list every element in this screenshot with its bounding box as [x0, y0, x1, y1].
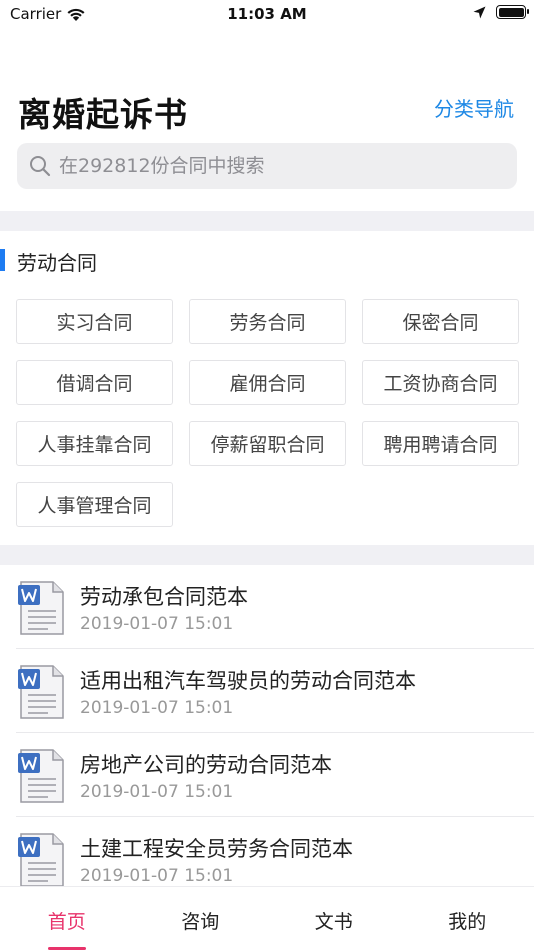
- tag-wage-negotiation-contract[interactable]: 工资协商合同: [362, 360, 519, 405]
- word-document-icon: [18, 665, 64, 719]
- tab-label: 文书: [314, 911, 353, 933]
- section-accent-bar: [0, 249, 5, 271]
- section-divider: [0, 211, 534, 231]
- tab-profile[interactable]: 我的: [401, 887, 534, 950]
- search-bar[interactable]: [17, 143, 517, 189]
- document-date: 2019-01-07 15:01: [80, 698, 234, 718]
- section-divider: [0, 545, 534, 565]
- tag-internship-contract[interactable]: 实习合同: [16, 299, 173, 344]
- tag-hiring-contract[interactable]: 聘用聘请合同: [362, 421, 519, 466]
- bottom-tab-bar: 首页 咨询 文书 我的: [0, 886, 534, 950]
- category-navigation-link[interactable]: 分类导航: [434, 93, 514, 122]
- contract-category-tags: 实习合同 劳务合同 保密合同 借调合同 雇佣合同 工资协商合同 人事挂靠合同 停…: [16, 299, 519, 527]
- tab-home[interactable]: 首页: [0, 887, 134, 950]
- location-arrow-icon: [473, 6, 486, 18]
- tab-label: 咨询: [181, 911, 220, 933]
- document-date: 2019-01-07 15:01: [80, 866, 234, 886]
- status-indicators: [473, 5, 529, 19]
- document-date: 2019-01-07 15:01: [80, 614, 234, 634]
- page-title: 离婚起诉书: [18, 95, 188, 134]
- list-item[interactable]: 劳动承包合同范本 2019-01-07 15:01: [0, 565, 534, 649]
- document-title: 劳动承包合同范本: [80, 585, 248, 609]
- tab-documents[interactable]: 文书: [267, 887, 401, 950]
- document-title: 土建工程安全员劳务合同范本: [80, 837, 353, 861]
- tag-employment-contract[interactable]: 雇佣合同: [189, 360, 346, 405]
- tag-personnel-affiliation-contract[interactable]: 人事挂靠合同: [16, 421, 173, 466]
- tag-secondment-contract[interactable]: 借调合同: [16, 360, 173, 405]
- status-bar: Carrier 11:03 AM: [0, 0, 534, 30]
- tag-personnel-management-contract[interactable]: 人事管理合同: [16, 482, 173, 527]
- word-document-icon: [18, 833, 64, 887]
- search-input[interactable]: [59, 155, 479, 177]
- document-date: 2019-01-07 15:01: [80, 782, 234, 802]
- list-item[interactable]: 房地产公司的劳动合同范本 2019-01-07 15:01: [0, 733, 534, 817]
- battery-icon: [496, 5, 529, 19]
- document-list: 劳动承包合同范本 2019-01-07 15:01 适用出租汽车驾驶员的劳动合同…: [0, 565, 534, 901]
- tab-label: 首页: [47, 911, 86, 933]
- tag-unpaid-leave-contract[interactable]: 停薪留职合同: [189, 421, 346, 466]
- document-title: 适用出租汽车驾驶员的劳动合同范本: [80, 669, 416, 693]
- word-document-icon: [18, 749, 64, 803]
- tab-consult[interactable]: 咨询: [134, 887, 268, 950]
- document-title: 房地产公司的劳动合同范本: [80, 753, 332, 777]
- tag-labor-service-contract[interactable]: 劳务合同: [189, 299, 346, 344]
- section-title: 劳动合同: [17, 251, 97, 275]
- tab-label: 我的: [448, 911, 487, 933]
- search-icon: [30, 156, 51, 177]
- status-time: 11:03 AM: [227, 5, 307, 23]
- tag-confidentiality-contract[interactable]: 保密合同: [362, 299, 519, 344]
- word-document-icon: [18, 581, 64, 635]
- list-item[interactable]: 适用出租汽车驾驶员的劳动合同范本 2019-01-07 15:01: [0, 649, 534, 733]
